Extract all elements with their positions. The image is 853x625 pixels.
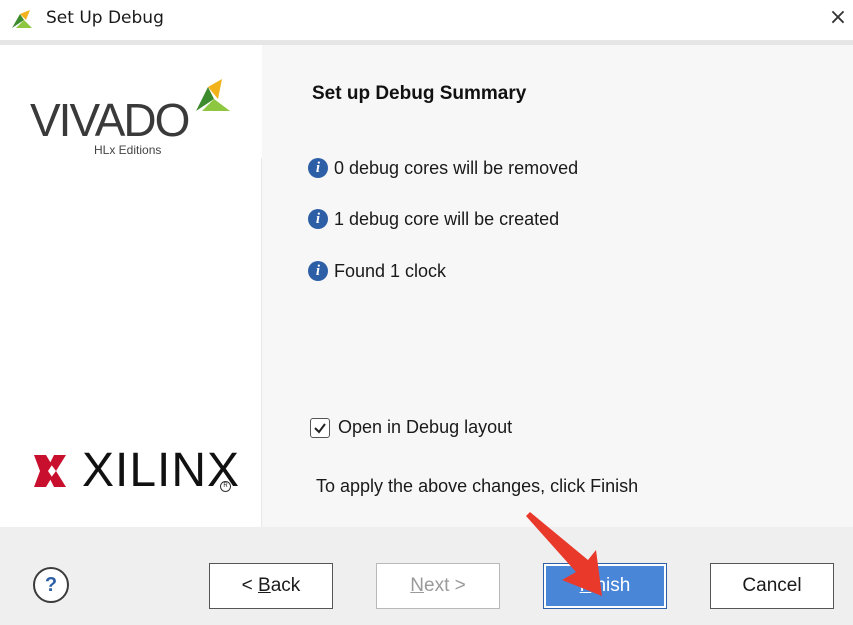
button-bar: ? < Back Next > Finish Cancel (0, 527, 853, 625)
summary-item-text: 1 debug core will be created (334, 208, 560, 229)
title-bar: Set Up Debug × (0, 0, 853, 40)
back-button-mnemonic: B (258, 575, 271, 596)
summary-item-text: 0 debug cores will be removed (334, 157, 579, 178)
next-button[interactable]: Next > (376, 563, 500, 609)
info-icon: i (308, 158, 328, 178)
cancel-button-label: Cancel (742, 575, 802, 596)
info-icon: i (308, 261, 328, 281)
xilinx-mark-icon (34, 455, 66, 487)
summary-item-text: Found 1 clock (334, 260, 447, 281)
open-debug-layout-checkbox-row[interactable]: Open in Debug layout (310, 417, 512, 438)
help-button[interactable]: ? (33, 567, 69, 603)
back-button-label: ack (270, 575, 301, 596)
finish-button-label: inish (591, 575, 631, 596)
summary-item: i Found 1 clock (308, 260, 446, 282)
vivado-leaf-mark-icon (196, 79, 230, 111)
summary-item: i 1 debug core will be created (308, 208, 559, 230)
back-button-prefix: < (241, 575, 259, 596)
vivado-subtitle: HLx Editions (94, 143, 162, 157)
registered-icon: R (220, 481, 231, 492)
vivado-leaf-icon (12, 10, 32, 28)
next-button-label: ext > (424, 575, 466, 596)
next-button-mnemonic: N (410, 575, 424, 596)
close-button[interactable]: × (823, 2, 853, 34)
finish-button-mnemonic: F (579, 575, 592, 596)
window-title: Set Up Debug (46, 8, 164, 28)
summary-title: Set up Debug Summary (312, 83, 527, 104)
cancel-button[interactable]: Cancel (710, 563, 834, 609)
back-button[interactable]: < Back (209, 563, 333, 609)
open-debug-layout-checkbox[interactable] (310, 417, 330, 438)
summary-item: i 0 debug cores will be removed (308, 157, 578, 179)
xilinx-wordmark: XILINX (82, 444, 241, 497)
open-debug-layout-label[interactable]: Open in Debug layout (338, 417, 512, 438)
checkmark-icon (314, 422, 326, 434)
finish-button[interactable]: Finish (543, 563, 667, 609)
apply-instruction: To apply the above changes, click Finish (316, 476, 639, 496)
help-icon: ? (44, 574, 58, 596)
close-icon: × (828, 5, 848, 30)
summary-panel: Set up Debug Summary i 0 debug cores wil… (262, 45, 853, 527)
info-icon: i (308, 209, 328, 229)
vivado-wordmark: VIVADO (30, 94, 190, 146)
brand-panel: VIVADO HLx Editions XILINX R (0, 45, 261, 527)
